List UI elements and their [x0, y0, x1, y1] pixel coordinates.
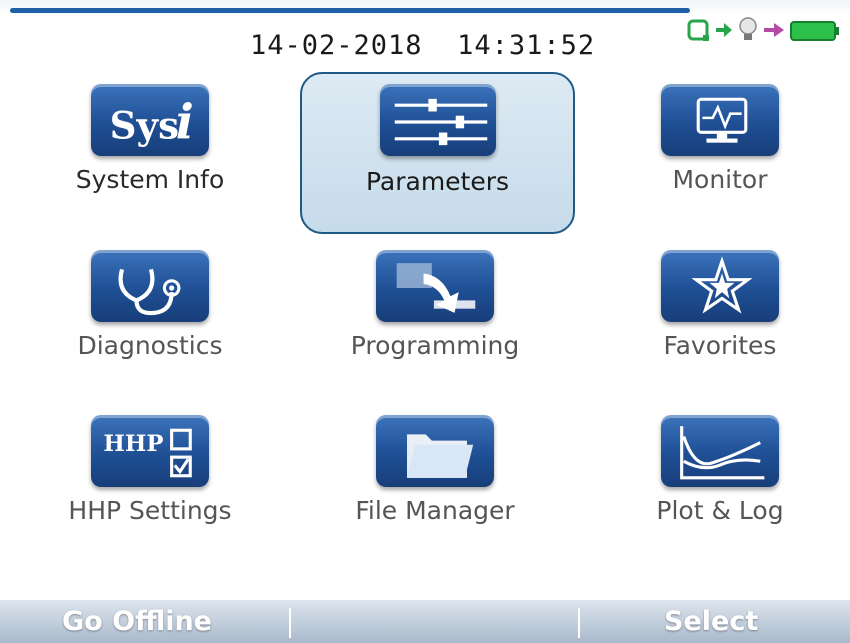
select-button[interactable]: Select [664, 600, 758, 643]
tile-label: Plot & Log [656, 496, 784, 525]
hhp-settings-icon: HHP [91, 415, 209, 487]
date-text: 14-02-2018 [250, 30, 423, 61]
battery-icon [790, 21, 839, 41]
plot-icon [661, 415, 779, 487]
monitor-icon [661, 84, 779, 156]
connection-icon [687, 19, 709, 41]
tile-plot-log[interactable]: Plot & Log [585, 413, 850, 573]
tile-label: HHP Settings [68, 496, 232, 525]
tile-label: Diagnostics [77, 331, 223, 360]
softkey-divider [289, 608, 291, 638]
go-offline-button[interactable]: Go Offline [62, 600, 212, 643]
system-info-icon: Sys i [91, 84, 209, 156]
svg-text:i: i [176, 95, 194, 151]
tile-label: File Manager [355, 496, 515, 525]
tile-hhp-settings[interactable]: HHP HHP Settings [15, 413, 285, 573]
tile-label: Favorites [663, 331, 777, 360]
programming-icon [376, 250, 494, 322]
datetime-display: 14-02-2018 14:31:52 [250, 30, 595, 64]
header-line [10, 8, 690, 13]
tile-diagnostics[interactable]: Diagnostics [15, 248, 285, 408]
tile-programming[interactable]: Programming [300, 248, 570, 408]
softkey-divider [578, 608, 580, 638]
svg-text:HHP: HHP [103, 431, 163, 457]
tile-parameters[interactable]: Parameters [300, 72, 575, 234]
tile-label: System Info [75, 165, 225, 194]
arrow-icon [764, 23, 784, 37]
tile-monitor[interactable]: Monitor [585, 82, 850, 242]
status-bar [686, 14, 846, 48]
tile-favorites[interactable]: Favorites [585, 248, 850, 408]
tile-label: Monitor [672, 165, 768, 194]
tile-label: Parameters [365, 167, 510, 196]
tile-file-manager[interactable]: File Manager [300, 413, 570, 573]
tile-label: Programming [350, 331, 520, 360]
tile-system-info[interactable]: Sys i System Info [15, 82, 285, 242]
parameters-sliders-icon [379, 84, 496, 156]
svg-text:Sys: Sys [110, 104, 179, 148]
favorites-star-icon [661, 250, 779, 322]
middle-softkey[interactable] [300, 600, 570, 643]
stethoscope-icon [91, 250, 209, 322]
time-text: 14:31:52 [457, 30, 596, 61]
arrow-icon [716, 23, 732, 37]
bulb-icon [739, 17, 757, 40]
softkey-bar: Go Offline Select [0, 600, 850, 643]
folder-icon [376, 415, 494, 487]
